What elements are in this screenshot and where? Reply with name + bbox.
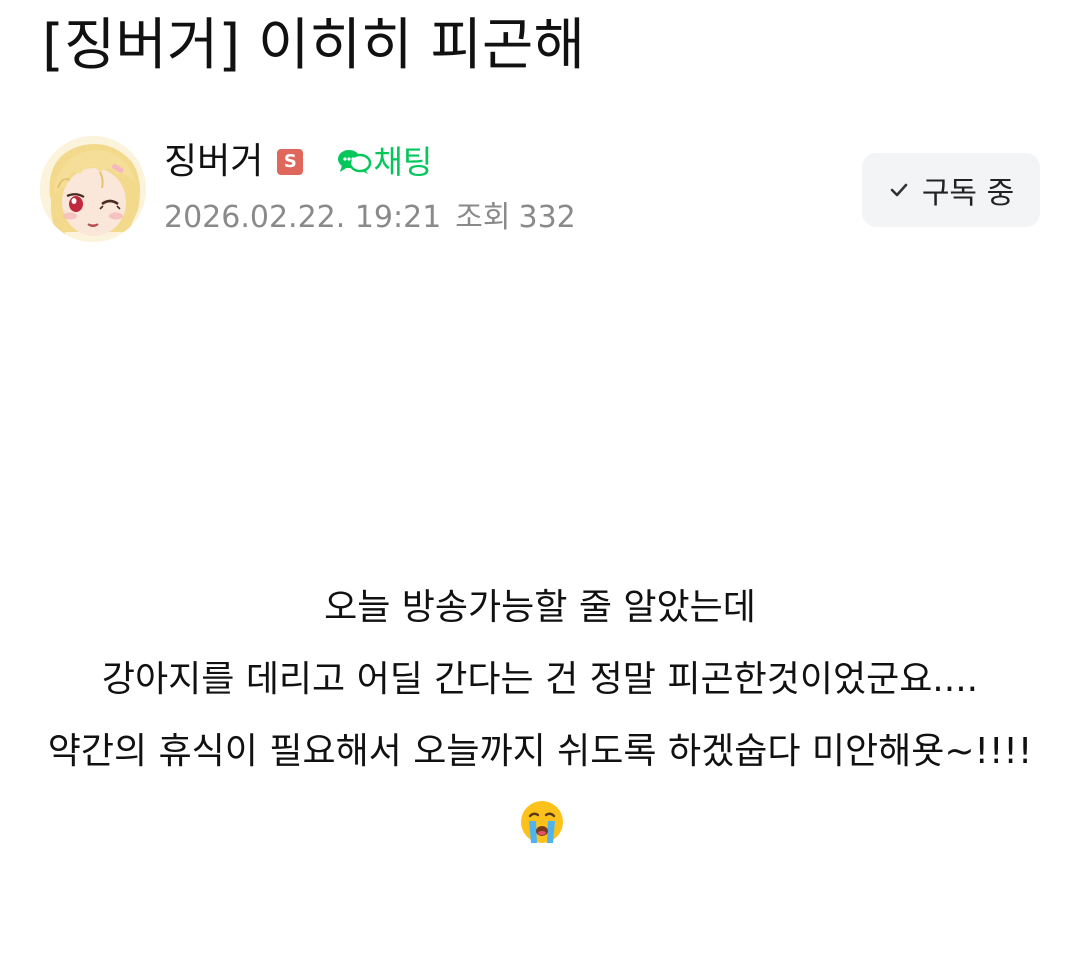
author-name-row: 징버거 S 채팅 bbox=[164, 138, 432, 186]
post-body: 오늘 방송가능할 줄 알았는데 강아지를 데리고 어딜 간다는 건 정말 피곤한… bbox=[0, 572, 1080, 860]
chat-bubbles-icon bbox=[338, 150, 372, 174]
author-name[interactable]: 징버거 bbox=[164, 138, 263, 186]
views-count: 332 bbox=[518, 200, 576, 235]
views-label: 조회 bbox=[455, 200, 511, 235]
anime-girl-avatar-icon bbox=[40, 136, 146, 242]
post-body-line: 강아지를 데리고 어딜 간다는 건 정말 피곤한것이었군요.... bbox=[101, 659, 979, 700]
loudly-crying-face-icon bbox=[521, 801, 563, 843]
author-block: 징버거 S 채팅 2026.02.22. 19:21 조회 332 구독 중 bbox=[40, 134, 1040, 244]
post-date: 2026.02.22. 19:21 bbox=[164, 200, 442, 235]
post-body-line: 약간의 휴식이 필요해서 오늘까지 쉬도록 하겠숩다 미안해욧~!!!! bbox=[0, 716, 1080, 860]
subscribe-button[interactable]: 구독 중 bbox=[862, 153, 1040, 227]
post-meta: 2026.02.22. 19:21 조회 332 bbox=[164, 196, 576, 240]
post-body-line-text: 약간의 휴식이 필요해서 오늘까지 쉬도록 하겠숩다 미안해욧~!!!! bbox=[47, 731, 1033, 772]
subscribe-label: 구독 중 bbox=[921, 176, 1015, 211]
check-icon bbox=[890, 183, 908, 197]
post-title: [징버거] 이히히 피곤해 bbox=[42, 13, 585, 78]
post-body-line: 오늘 방송가능할 줄 알았는데 bbox=[324, 587, 756, 628]
chat-link[interactable]: 채팅 bbox=[337, 138, 432, 186]
chat-label: 채팅 bbox=[373, 143, 433, 181]
avatar[interactable] bbox=[40, 136, 146, 242]
staff-badge: S bbox=[277, 149, 304, 175]
